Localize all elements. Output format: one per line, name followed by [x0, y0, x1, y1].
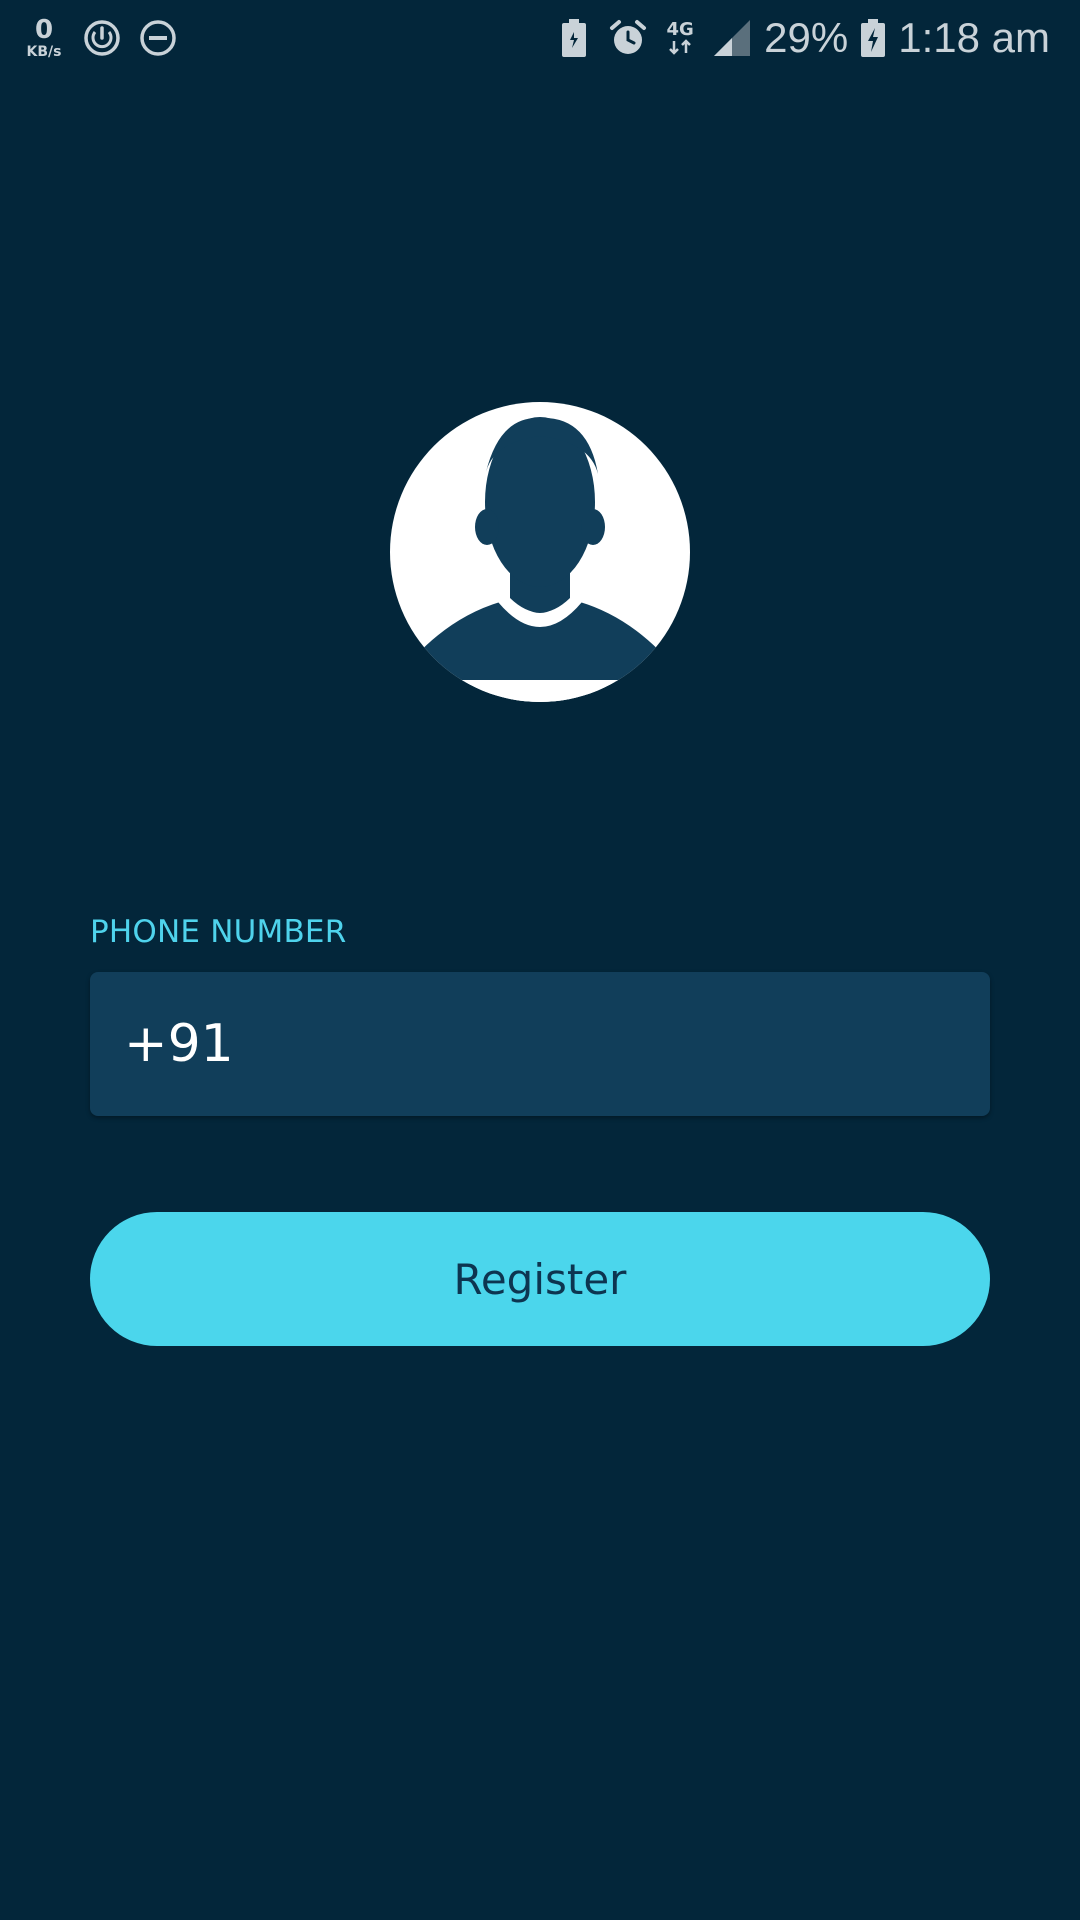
- power-sync-icon: [80, 16, 124, 60]
- network-speed-value: 0: [34, 15, 54, 45]
- network-speed-unit: KB/s: [26, 44, 62, 60]
- network-type-label: 4G: [666, 19, 694, 40]
- phone-number-input[interactable]: +91: [90, 972, 990, 1116]
- phone-number-value: +91: [124, 1014, 234, 1074]
- signal-icon: [710, 16, 754, 60]
- register-button[interactable]: Register: [90, 1212, 990, 1346]
- status-bar-right: 4G 29% 1:18 am: [542, 10, 1050, 66]
- register-button-label: Register: [453, 1254, 627, 1304]
- status-bar-left: 0 KB/s: [20, 10, 180, 66]
- user-avatar-icon: [390, 402, 690, 702]
- alarm-icon: [606, 16, 650, 60]
- status-bar: 0 KB/s 4G 29% 1:18 am: [0, 0, 1080, 74]
- network-4g-icon: 4G: [660, 16, 700, 60]
- charging-battery-icon: [858, 16, 888, 60]
- battery-percent: 29%: [764, 14, 849, 61]
- phone-number-label: PHONE NUMBER: [90, 914, 347, 950]
- network-speed-indicator: 0 KB/s: [20, 17, 68, 59]
- do-not-disturb-icon: [136, 16, 180, 60]
- battery-saver-icon: [552, 16, 596, 60]
- register-screen: 0 KB/s 4G 29% 1:18 am PHONE NUMBER +91 R…: [0, 0, 1080, 1920]
- clock-time: 1:18 am: [898, 14, 1050, 61]
